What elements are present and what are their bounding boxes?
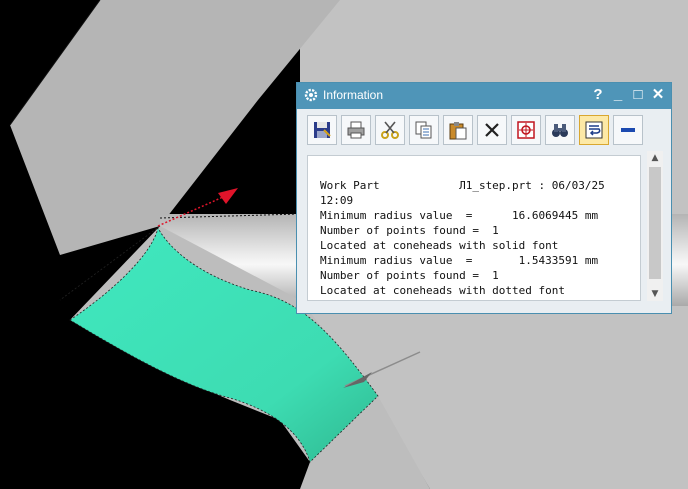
info-text: Work Part Л1_step.prt : 06/03/25 12:09 M… [320, 178, 605, 298]
maximize-button[interactable]: □ [629, 86, 647, 104]
save-button[interactable] [307, 115, 337, 145]
help-button[interactable]: ? [589, 86, 607, 104]
wrap-button[interactable] [579, 115, 609, 145]
info-line: Number of points found = 1 [320, 224, 499, 237]
print-button[interactable] [341, 115, 371, 145]
minus-button[interactable] [613, 115, 643, 145]
delete-button[interactable] [477, 115, 507, 145]
info-line: Work Part Л1_step.prt : 06/03/25 [320, 179, 605, 192]
paste-icon [449, 122, 467, 140]
cut-icon [381, 121, 399, 139]
delete-icon [485, 123, 499, 137]
info-line: Located at coneheads with solid font [320, 239, 559, 252]
save-icon [314, 122, 331, 138]
cut-button[interactable] [375, 115, 405, 145]
copy-icon [415, 121, 432, 139]
binoculars-icon [552, 124, 568, 137]
info-line: Number of points found = 1 [320, 269, 499, 282]
vertical-scrollbar[interactable]: ▲ ▼ [647, 151, 663, 301]
find-button[interactable] [545, 115, 575, 145]
info-text-area[interactable]: Work Part Л1_step.prt : 06/03/25 12:09 M… [307, 155, 641, 301]
info-line: Minimum radius value = 16.6069445 mm [320, 209, 599, 222]
wrap-icon [585, 121, 603, 139]
scrollbar-thumb[interactable] [649, 167, 661, 279]
window-titlebar[interactable]: Information ? _ □ ✕ [297, 83, 671, 109]
paste-button[interactable] [443, 115, 473, 145]
info-line: Minimum radius value = 1.5433591 mm [320, 254, 599, 267]
target-icon [517, 121, 535, 139]
info-line: Located at coneheads with dotted font [320, 284, 566, 297]
scroll-down-icon[interactable]: ▼ [647, 287, 663, 301]
minus-icon [621, 128, 635, 132]
gear-icon [304, 88, 318, 102]
target-button[interactable] [511, 115, 541, 145]
print-icon [347, 121, 365, 139]
minimize-button[interactable]: _ [609, 86, 627, 104]
information-window[interactable]: Information ? _ □ ✕ Work Part Л1_step.pr… [296, 82, 672, 314]
scroll-up-icon[interactable]: ▲ [647, 151, 663, 165]
info-line: 12:09 [320, 194, 354, 207]
copy-button[interactable] [409, 115, 439, 145]
close-button[interactable]: ✕ [649, 86, 667, 104]
window-title: Information [323, 88, 384, 102]
